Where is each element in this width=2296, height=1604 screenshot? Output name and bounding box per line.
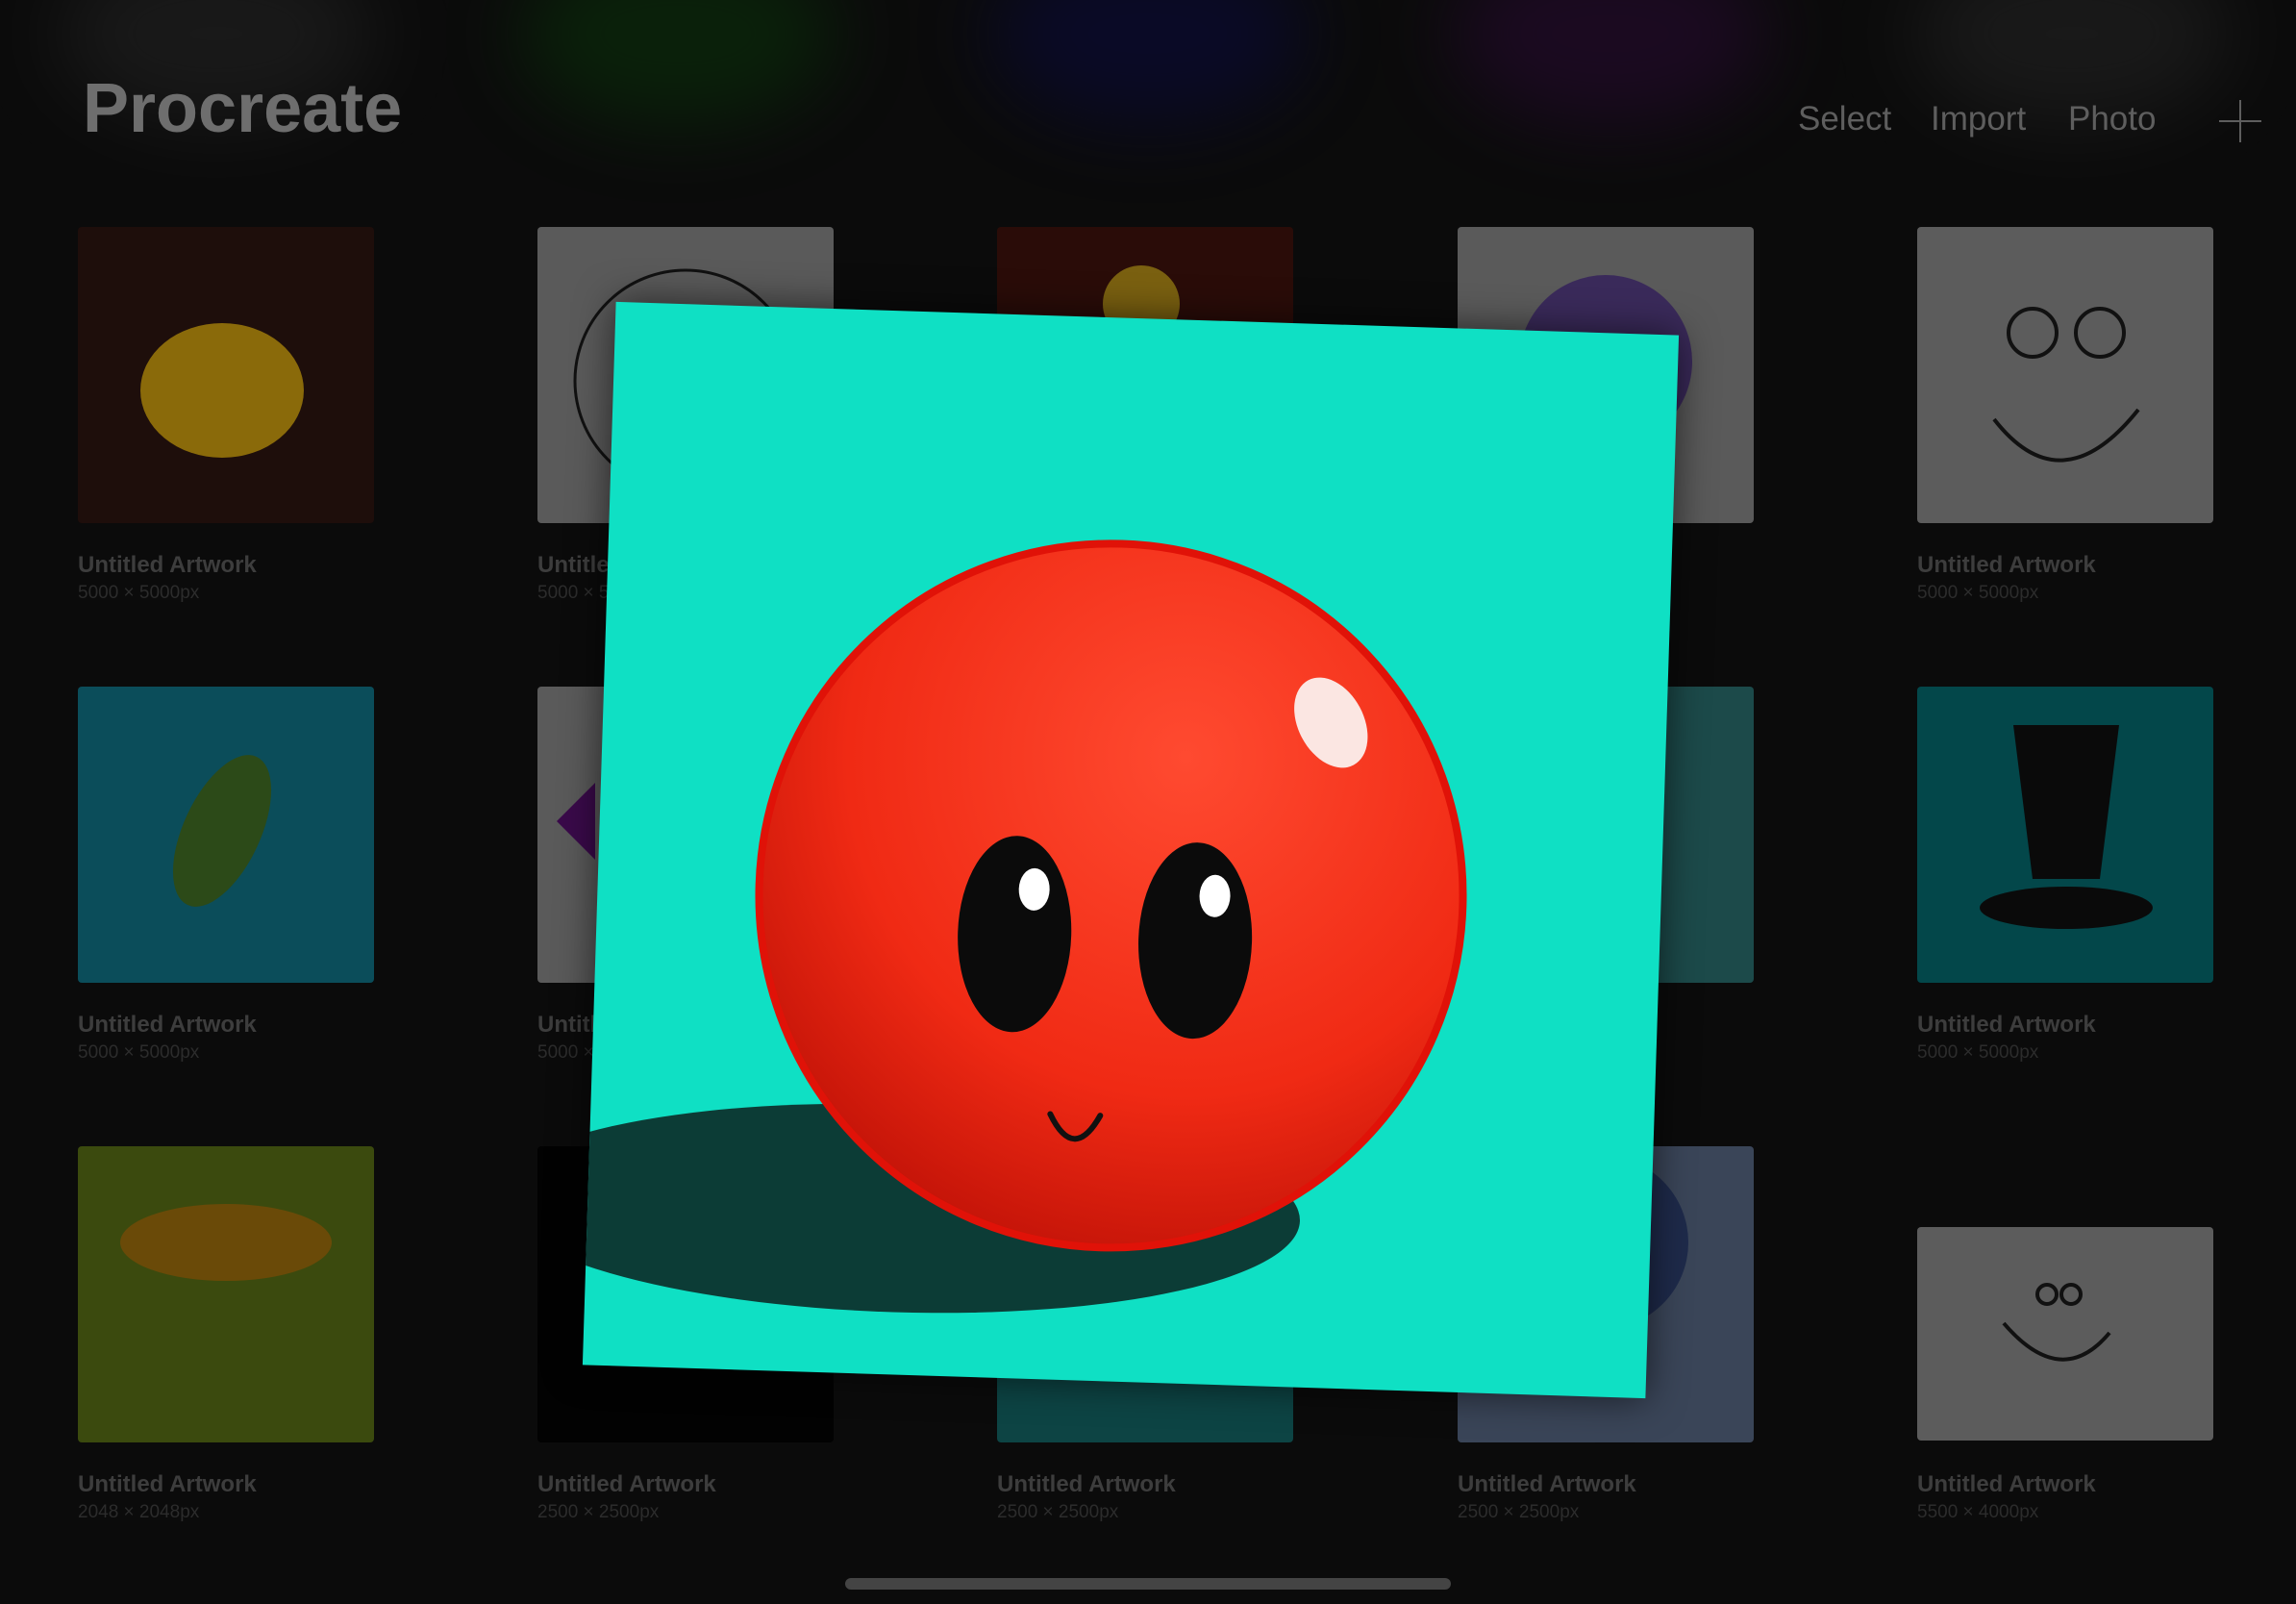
artwork-size: 2500 × 2500px (537, 1502, 660, 1522)
artwork-preview[interactable] (582, 301, 1680, 1399)
artwork-size: 5000 × 5000px (78, 1042, 200, 1063)
artwork-thumbnail[interactable] (1917, 1227, 2213, 1441)
artwork-name: Untitled Artwork (78, 1012, 257, 1038)
artwork-size: 5000 × 5000px (78, 583, 200, 603)
thumbnail-image (140, 323, 304, 458)
artwork-size: 5000 × 5000px (1917, 583, 2039, 603)
import-button[interactable]: Import (1931, 100, 2026, 138)
artwork-card[interactable]: Untitled Artwork 5000 × 5000px (1917, 227, 2213, 603)
artwork-thumbnail[interactable] (78, 227, 374, 523)
artwork-name: Untitled Artwork (1917, 1012, 2096, 1038)
artwork-name: Untitled Artwork (78, 1471, 257, 1497)
app-title: Procreate (83, 70, 403, 147)
artwork-name: Untitled Artwork (78, 552, 257, 578)
artwork-thumbnail[interactable] (78, 687, 374, 983)
artwork-size: 2500 × 2500px (1458, 1502, 1580, 1522)
artwork-thumbnail[interactable] (1917, 227, 2213, 523)
thumbnail-glow (1452, 0, 1769, 125)
thumbnail-glow (990, 0, 1308, 125)
artwork-card[interactable]: Untitled Artwork 5500 × 4000px (1917, 1146, 2213, 1522)
thumbnail-image (2002, 1283, 2111, 1362)
artwork-name: Untitled Artwork (1917, 552, 2096, 578)
artwork-card[interactable]: Untitled Artwork 5000 × 5000px (78, 687, 374, 1063)
artwork-name: Untitled Artwork (537, 1471, 716, 1497)
photo-button[interactable]: Photo (2068, 100, 2156, 138)
artwork-size: 5000 × 5000px (1917, 1042, 2039, 1063)
artwork-card[interactable]: Untitled Artwork 2048 × 2048px (78, 1146, 374, 1522)
select-button[interactable]: Select (1798, 100, 1891, 138)
thumbnail-image (120, 1204, 332, 1281)
artwork-name: Untitled Artwork (1917, 1471, 2096, 1497)
red-ball-artwork (582, 539, 1467, 1314)
artwork-thumbnail[interactable] (78, 1146, 374, 1442)
artwork-card[interactable]: Untitled Artwork 5000 × 5000px (1917, 687, 2213, 1063)
artwork-card[interactable]: Untitled Artwork 5000 × 5000px (78, 227, 374, 603)
artwork-thumbnail[interactable] (1917, 687, 2213, 983)
artwork-size: 2500 × 2500px (997, 1502, 1119, 1522)
artwork-size: 5500 × 4000px (1917, 1502, 2039, 1522)
artwork-name: Untitled Artwork (997, 1471, 1176, 1497)
thumbnail-image (172, 755, 272, 907)
plus-icon[interactable] (2219, 100, 2261, 142)
artwork-name: Untitled Artwork (1458, 1471, 1636, 1497)
thumbnail-glow (519, 0, 836, 125)
artwork-size: 2048 × 2048px (78, 1502, 200, 1522)
home-indicator[interactable] (845, 1578, 1451, 1590)
thumbnail-image (1980, 725, 2153, 929)
thumbnail-image (1992, 307, 2140, 463)
